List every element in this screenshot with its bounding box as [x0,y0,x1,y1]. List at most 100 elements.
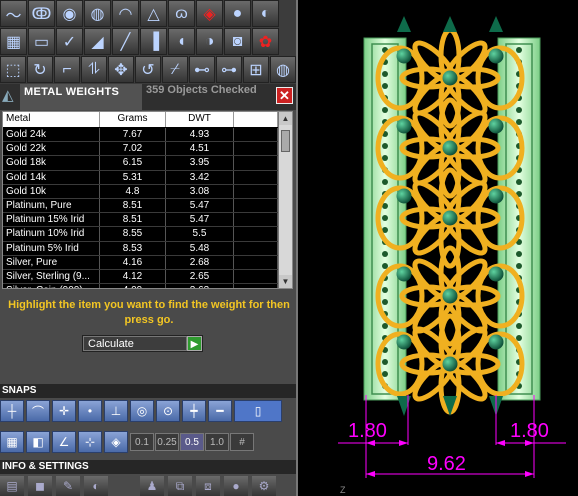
snap-point-icon[interactable]: • [78,400,102,422]
globe-icon[interactable]: ◍ [270,56,296,83]
spheres-icon[interactable]: ● [224,0,251,27]
snap-toggle-icon[interactable]: ▯ [234,400,282,422]
rail-hole [382,299,388,305]
snap-cube-icon[interactable]: ◧ [26,431,50,453]
loop-icon[interactable]: ɷ [168,0,195,27]
blob-icon[interactable]: ◑ [196,28,223,55]
snap-grid-icon[interactable]: ┼ [0,400,24,422]
prong-top [397,16,411,32]
snap-line-icon[interactable]: ━ [208,400,232,422]
dwt-cell: 5.47 [166,213,234,227]
snap-value-0-5[interactable]: 0.5 [180,433,204,451]
scroll-up-arrow-icon[interactable]: ▲ [279,112,292,125]
3d-viewport[interactable]: 1.80 1.80 9.62 Z [298,0,578,496]
snap-center-icon[interactable]: ◎ [130,400,154,422]
sphere-icon[interactable]: ● [224,476,248,496]
cylinder-icon[interactable]: ◖ [168,28,195,55]
grams-cell: 4.16 [100,255,166,269]
triangle-mesh-icon[interactable]: △ [140,0,167,27]
rail-hole [382,83,388,89]
frame-link-icon[interactable]: ⊶ [216,56,242,83]
scroll-down-arrow-icon[interactable]: ▼ [279,275,292,288]
table-row[interactable]: Gold 22k 7.02 4.51 [3,142,278,157]
layers-icon[interactable]: ▤ [0,476,24,496]
snap-end-icon[interactable]: ⊥ [104,400,128,422]
dimension-left-label: 1.80 [348,420,387,442]
move-icon[interactable]: ✥ [108,56,134,83]
snap-value-0-25[interactable]: 0.25 [155,433,179,451]
shell-icon[interactable]: ◠ [112,0,139,27]
calculate-control[interactable]: Calculate ▶ [82,335,203,352]
snap-angle-icon[interactable]: ∠ [52,431,76,453]
table-row[interactable]: Silver, Coin (900)4.092.63 [3,284,278,288]
viewport-canvas[interactable]: 1.80 1.80 9.62 Z [298,0,578,496]
close-button[interactable]: ✕ [276,87,293,104]
table-row[interactable]: Gold 24k 7.67 4.93 [3,128,278,143]
render-icon[interactable]: ◐ [84,476,108,496]
snaps-row-2: ▦ ◧ ∠ ⊹ ◈ 0.1 0.25 0.5 1.0 # [0,430,297,454]
snap-value-0-1[interactable]: 0.1 [130,433,154,451]
rail-hole [516,335,522,341]
snap-value-1-0[interactable]: 1.0 [205,433,229,451]
go-arrow-icon[interactable]: ▶ [187,336,202,351]
check-curve-icon[interactable]: ✓ [56,28,83,55]
column-header-metal[interactable]: Metal [3,112,100,127]
frame-icon[interactable]: ⧉ [168,476,192,496]
grid-frame-icon[interactable]: ⊞ [243,56,269,83]
settings-icon[interactable]: ⚙ [252,476,276,496]
table-row[interactable]: Gold 10k 4.8 3.08 [3,184,278,199]
table-row[interactable]: Platinum, Pure 8.51 5.47 [3,198,278,214]
rail-hole [382,251,388,257]
torus-icon[interactable]: ◍ [84,0,111,27]
table-row[interactable]: Gold 14k 5.31 3.42 [3,170,278,185]
view-icon[interactable]: ◐ [252,0,279,27]
table-row[interactable]: Platinum 15% Irid 8.51 5.47 [3,213,278,228]
snap-grid-square-icon[interactable]: ▦ [0,431,24,453]
column-header-dwt[interactable]: DWT [166,112,234,127]
curve-icon[interactable]: 〜 [0,0,27,27]
fan-icon[interactable]: ⌿ [162,56,188,83]
snap-ortho-icon[interactable]: ⊹ [78,431,102,453]
table-row[interactable]: Silver, Sterling (9... 4.12 2.65 [3,269,278,285]
corner-icon[interactable]: ⌐ [54,56,80,83]
snap-cross-icon[interactable]: ✛ [52,400,76,422]
snap-mid-icon[interactable]: ┿ [182,400,206,422]
scroll-thumb[interactable] [281,130,290,152]
grid-plane-icon[interactable]: ▦ [0,28,27,55]
ring-icon[interactable]: ◉ [56,0,83,27]
cube-icon[interactable]: ◼ [28,476,52,496]
snap-project-icon[interactable]: ◈ [104,431,128,453]
snap-circle-icon[interactable]: ⊙ [156,400,180,422]
arc-icon[interactable]: ↻ [27,56,53,83]
table-row[interactable]: Silver, Pure 4.16 2.68 [3,255,278,270]
bracket-icon[interactable]: ▐ [140,28,167,55]
wedge-icon[interactable]: ◢ [84,28,111,55]
cube-stack-icon[interactable]: ⬚ [0,56,26,83]
table-scrollbar[interactable]: ▲ ▼ [278,112,292,288]
slash-curve-icon[interactable]: ╱ [112,28,139,55]
rail-hole [516,107,522,113]
split-icon[interactable]: ⥮ [81,56,107,83]
shield-icon[interactable]: ◈ [196,0,223,27]
column-header-grams[interactable]: Grams [100,112,166,127]
frame-icon[interactable]: ▭ [28,28,55,55]
bead [442,70,458,86]
bucket-icon[interactable]: ◙ [224,28,251,55]
grams-cell: 4.8 [100,184,166,198]
pencil-icon[interactable]: ✎ [56,476,80,496]
table-row[interactable]: Platinum 5% Irid 8.53 5.48 [3,241,278,256]
snap-curve-icon[interactable]: ⌒ [26,400,50,422]
table-row[interactable]: Gold 18k 6.15 3.95 [3,156,278,171]
link-icon[interactable]: ⊷ [189,56,215,83]
prong-bottom [397,396,411,416]
chess-icon[interactable]: ♟ [140,476,164,496]
table-row[interactable]: Platinum 10% Irid 8.55 5.5 [3,227,278,242]
frame-alt-icon[interactable]: ⧈ [196,476,220,496]
bead [396,334,412,350]
rotate-corner-icon[interactable]: ↺ [135,56,161,83]
flower-icon[interactable]: ✿ [252,28,279,55]
calculate-select[interactable]: Calculate [83,336,187,351]
dwt-cell: 5.48 [166,241,234,255]
spiral-icon[interactable]: ↂ [28,0,55,27]
snap-grid-toggle-icon[interactable]: # [230,433,254,451]
